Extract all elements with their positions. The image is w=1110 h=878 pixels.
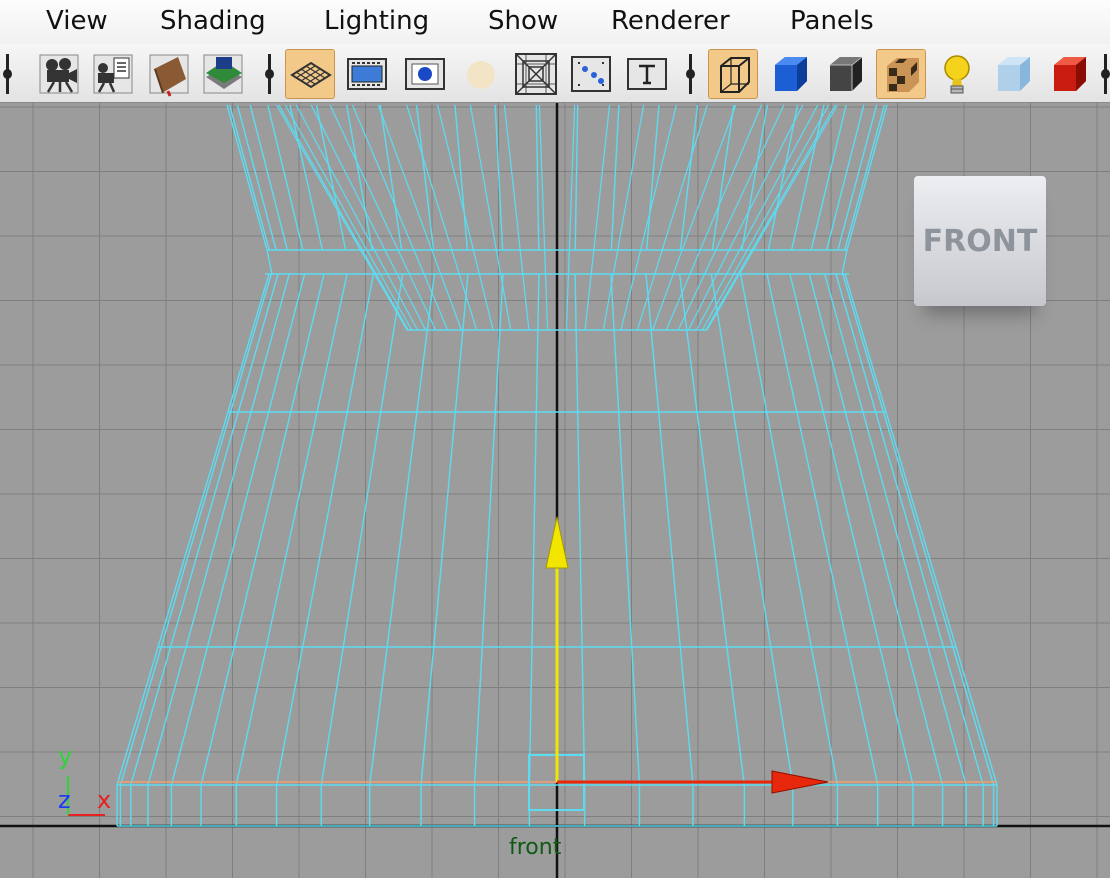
mesh-edge bbox=[415, 104, 435, 251]
mesh-edge bbox=[469, 104, 512, 331]
mesh-edge bbox=[610, 104, 620, 251]
panel-toolbar bbox=[0, 44, 1110, 103]
shadows-icon[interactable] bbox=[1044, 49, 1094, 99]
mesh-edge bbox=[837, 104, 878, 251]
mesh-edge bbox=[116, 273, 270, 786]
camera-attributes-icon[interactable] bbox=[88, 49, 138, 99]
mesh-edge bbox=[284, 104, 413, 331]
camera-name-label: front bbox=[509, 835, 562, 860]
mesh-edge bbox=[844, 273, 998, 786]
mesh-edge bbox=[454, 104, 469, 251]
mesh-edge bbox=[842, 273, 995, 786]
mesh-edge bbox=[368, 273, 436, 786]
mesh-edge bbox=[473, 273, 504, 786]
mesh-edge bbox=[565, 104, 576, 331]
view-cube[interactable]: FRONT bbox=[914, 176, 1046, 306]
mesh-edge bbox=[846, 104, 888, 251]
toolbar-separator[interactable] bbox=[0, 54, 14, 94]
mesh-edge bbox=[584, 104, 611, 331]
smooth-shade-icon[interactable] bbox=[765, 49, 815, 99]
mesh-edge bbox=[808, 273, 944, 786]
toolbar-separator[interactable] bbox=[683, 54, 697, 94]
mesh-edge bbox=[574, 104, 579, 251]
mesh-edge bbox=[741, 104, 769, 251]
axis-indicator-z-label: z bbox=[58, 786, 71, 814]
mesh-edge bbox=[266, 249, 273, 275]
mesh-edge bbox=[226, 104, 268, 251]
mesh-edge bbox=[289, 104, 324, 251]
view-cube-label: FRONT bbox=[922, 224, 1038, 259]
y-axis-arrow-icon bbox=[545, 516, 569, 569]
mesh-edge bbox=[130, 273, 279, 786]
depth-of-field-icon[interactable] bbox=[566, 49, 616, 99]
mesh-edge bbox=[535, 104, 540, 251]
mesh-edge bbox=[320, 273, 404, 786]
wireframe-on-shaded-icon[interactable] bbox=[820, 49, 870, 99]
mesh-edge bbox=[790, 104, 825, 251]
mesh-edge bbox=[200, 273, 325, 786]
textured-icon[interactable] bbox=[876, 49, 926, 99]
toolbar-separator[interactable] bbox=[262, 54, 276, 94]
menu-panels[interactable]: Panels bbox=[790, 6, 874, 36]
mesh-edge bbox=[679, 104, 699, 251]
mesh-edge bbox=[824, 273, 967, 786]
menu-renderer[interactable]: Renderer bbox=[611, 6, 730, 36]
mesh-edge bbox=[710, 273, 794, 786]
mesh-edge bbox=[503, 104, 530, 331]
mesh-edge bbox=[610, 273, 641, 786]
mesh-edge bbox=[310, 104, 427, 331]
mesh-edge bbox=[494, 104, 504, 251]
mesh-edge bbox=[701, 104, 830, 331]
mesh-edge bbox=[844, 104, 886, 251]
bookmarks-icon[interactable] bbox=[144, 49, 194, 99]
resolution-gate-icon[interactable] bbox=[400, 49, 450, 99]
mesh-edge bbox=[170, 273, 306, 786]
x-axis-arrow-icon bbox=[771, 770, 829, 794]
mesh-edge bbox=[249, 104, 289, 251]
mesh-edge bbox=[345, 104, 373, 251]
select-camera-icon[interactable] bbox=[34, 49, 84, 99]
mesh-edge bbox=[825, 104, 865, 251]
field-chart-icon[interactable] bbox=[511, 49, 561, 99]
film-gate-icon[interactable] bbox=[342, 49, 392, 99]
mesh-edge bbox=[147, 273, 290, 786]
mesh-edge bbox=[420, 273, 469, 786]
grid-icon[interactable] bbox=[285, 49, 335, 99]
lights-icon[interactable] bbox=[932, 49, 982, 99]
image-plane-icon[interactable] bbox=[198, 49, 248, 99]
mesh-edge bbox=[841, 249, 848, 275]
mesh-edge bbox=[678, 273, 746, 786]
mesh-edge bbox=[789, 273, 914, 786]
toolbar-separator[interactable] bbox=[1098, 54, 1110, 94]
mesh-edge bbox=[119, 273, 272, 786]
mesh-edge bbox=[645, 273, 694, 786]
mesh-edge bbox=[602, 104, 645, 331]
panel-menu-bar: View Shading Lighting Show Renderer Pane… bbox=[0, 0, 1110, 44]
axis-indicator-y-label: y bbox=[58, 742, 73, 770]
xray-icon[interactable] bbox=[988, 49, 1038, 99]
mesh-edge bbox=[528, 273, 540, 786]
mesh-edge bbox=[228, 104, 270, 251]
text-icon[interactable] bbox=[622, 49, 672, 99]
mesh-edge bbox=[574, 273, 586, 786]
axis-indicator-x-label: x bbox=[97, 786, 112, 814]
mesh-edge bbox=[645, 104, 660, 251]
menu-show[interactable]: Show bbox=[488, 6, 558, 36]
mesh-edge bbox=[538, 104, 549, 331]
wireframe-icon[interactable] bbox=[708, 49, 758, 99]
menu-view[interactable]: View bbox=[46, 6, 108, 36]
mesh-edge bbox=[236, 104, 277, 251]
menu-lighting[interactable]: Lighting bbox=[324, 6, 429, 36]
menu-shading[interactable]: Shading bbox=[160, 6, 266, 36]
safe-action-icon[interactable] bbox=[456, 49, 506, 99]
mesh-edge bbox=[835, 273, 984, 786]
mesh-edge bbox=[687, 104, 804, 331]
